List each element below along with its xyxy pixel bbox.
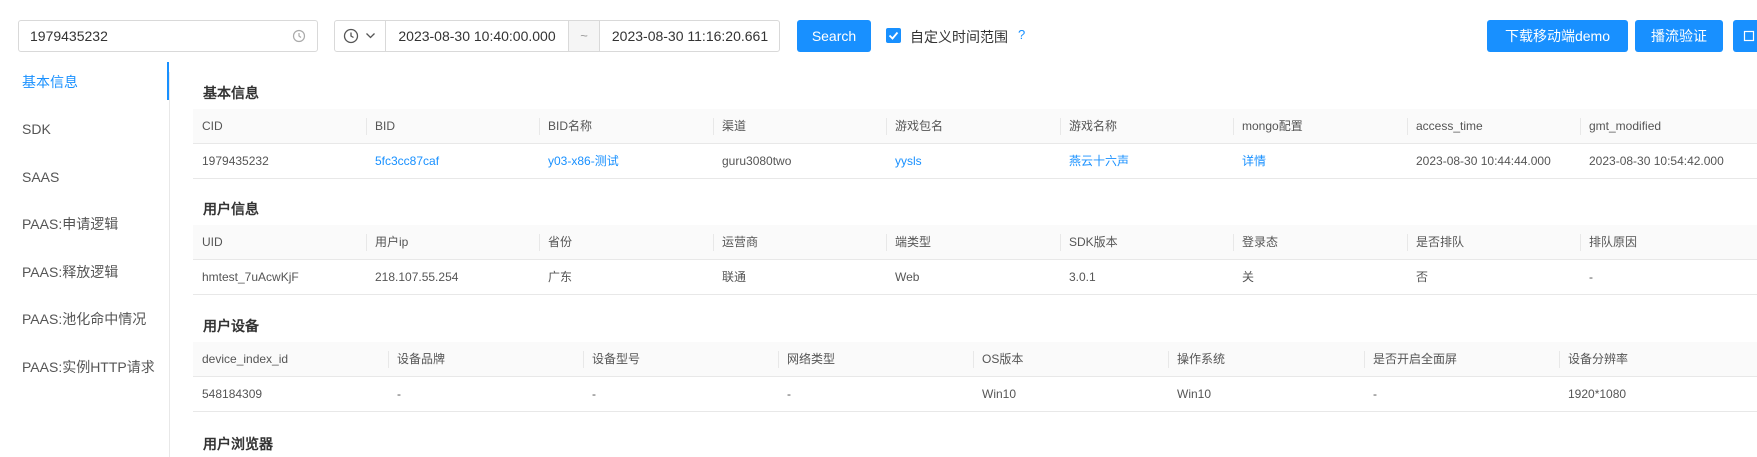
sidebar-item-basic-info[interactable]: 基本信息 xyxy=(0,62,170,102)
table-cell: 548184309 xyxy=(202,387,263,401)
column-header: 设备分辨率 xyxy=(1568,352,1629,366)
column-header: BID xyxy=(375,119,396,133)
game-name-link[interactable]: 燕云十六声 xyxy=(1060,144,1233,179)
sidebar-item-label: SDK xyxy=(22,121,51,137)
download-demo-button[interactable]: 下载移动端demo xyxy=(1487,20,1628,52)
table-cell: - xyxy=(1373,387,1377,401)
table-header: CID BID BID名称 渠道 游戏包名 游戏名称 mongo配置 acces… xyxy=(193,109,1757,144)
section-title-browser: 用户浏览器 xyxy=(203,436,273,452)
table-cell: Win10 xyxy=(982,387,1017,401)
range-separator: ~ xyxy=(568,21,600,51)
table-cell: 联通 xyxy=(722,270,747,284)
search-button[interactable]: Search xyxy=(797,20,871,52)
table-cell: 关 xyxy=(1242,270,1255,284)
column-header: 端类型 xyxy=(895,235,932,249)
table-cell: - xyxy=(1589,270,1593,284)
column-header: 登录态 xyxy=(1242,235,1279,249)
table-row: hmtest_7uAcwKjF 218.107.55.254 广东 联通 Web… xyxy=(193,260,1757,295)
range-end-input[interactable] xyxy=(600,21,780,51)
column-header: 设备型号 xyxy=(592,352,641,366)
section-title-device: 用户设备 xyxy=(203,318,259,334)
sidebar-item-label: PAAS:释放逻辑 xyxy=(22,264,119,280)
column-header: 操作系统 xyxy=(1177,352,1226,366)
sidebar-item-sdk[interactable]: SDK xyxy=(0,109,170,149)
column-header: 用户ip xyxy=(375,235,409,249)
table-header: device_index_id 设备品牌 设备型号 网络类型 OS版本 操作系统… xyxy=(193,342,1757,377)
column-header: mongo配置 xyxy=(1242,119,1303,133)
sidebar-item-paas-apply[interactable]: PAAS:申请逻辑 xyxy=(0,204,170,244)
table-cell: 3.0.1 xyxy=(1069,270,1096,284)
sidebar-item-label: PAAS:实例HTTP请求 xyxy=(22,359,155,375)
detail-panel: 基本信息 CID BID BID名称 渠道 游戏包名 游戏名称 mongo配置 … xyxy=(193,72,1757,457)
column-header: 渠道 xyxy=(722,119,747,133)
help-icon[interactable]: ? xyxy=(1018,27,1025,42)
sidebar-item-paas-pool[interactable]: PAAS:池化命中情况 xyxy=(0,299,170,339)
sidebar-item-saas[interactable]: SAAS xyxy=(0,157,170,197)
column-header: 是否排队 xyxy=(1416,235,1465,249)
section-title-basic: 基本信息 xyxy=(203,85,259,101)
column-header: gmt_modified xyxy=(1589,119,1662,133)
bid-link[interactable]: 5fc3cc87caf xyxy=(366,144,539,179)
mongo-detail-link[interactable]: 详情 xyxy=(1233,144,1407,179)
table-cell: 否 xyxy=(1416,270,1429,284)
more-action-button[interactable] xyxy=(1733,20,1757,52)
column-header: 排队原因 xyxy=(1589,235,1638,249)
column-header: 运营商 xyxy=(722,235,759,249)
document-icon xyxy=(1743,30,1755,42)
table-cell: 2023-08-30 10:44:44.000 xyxy=(1416,154,1551,168)
table-cell: Win10 xyxy=(1177,387,1212,401)
sidebar-item-label: 基本信息 xyxy=(22,74,78,90)
column-header: 设备品牌 xyxy=(397,352,446,366)
custom-range-checkbox[interactable] xyxy=(886,28,901,43)
column-header: BID名称 xyxy=(548,119,593,133)
clock-icon xyxy=(343,28,359,44)
history-clear-icon[interactable] xyxy=(292,29,306,43)
column-header: 省份 xyxy=(548,235,573,249)
table-cell: - xyxy=(592,387,596,401)
custom-range-label[interactable]: 自定义时间范围 xyxy=(910,27,1008,47)
sidebar-item-paas-release[interactable]: PAAS:释放逻辑 xyxy=(0,252,170,292)
section-title-user: 用户信息 xyxy=(203,201,259,217)
column-header: 游戏名称 xyxy=(1069,119,1118,133)
column-header: 是否开启全面屏 xyxy=(1373,352,1458,366)
table-cell: 广东 xyxy=(548,270,573,284)
column-header: 网络类型 xyxy=(787,352,836,366)
range-mode-select[interactable] xyxy=(335,21,386,51)
column-header: OS版本 xyxy=(982,352,1024,366)
column-header: SDK版本 xyxy=(1069,235,1118,249)
column-header: UID xyxy=(202,235,223,249)
column-header: CID xyxy=(202,119,223,133)
sidebar-item-label: PAAS:申请逻辑 xyxy=(22,216,119,232)
table-cell: - xyxy=(787,387,791,401)
check-icon xyxy=(888,31,899,40)
sidebar: 基本信息 SDK SAAS PAAS:申请逻辑 PAAS:释放逻辑 PAAS:池… xyxy=(0,62,170,457)
column-header: 游戏包名 xyxy=(895,119,944,133)
bid-name-link[interactable]: y03-x86-测试 xyxy=(539,144,713,179)
active-indicator xyxy=(167,62,169,100)
table-cell: guru3080two xyxy=(722,154,792,168)
game-package-link[interactable]: yysls xyxy=(886,144,1060,179)
table-cell: - xyxy=(397,387,401,401)
cid-search-input[interactable] xyxy=(18,20,318,52)
table-header: UID 用户ip 省份 运营商 端类型 SDK版本 登录态 是否排队 排队原因 xyxy=(193,225,1757,260)
sidebar-item-paas-http[interactable]: PAAS:实例HTTP请求 xyxy=(0,347,170,387)
toolbar: ~ Search 自定义时间范围 ? 下载移动端demo 播流验证 xyxy=(0,0,1757,66)
table-row: 1979435232 5fc3cc87caf y03-x86-测试 guru30… xyxy=(193,144,1757,179)
table-cell: hmtest_7uAcwKjF xyxy=(202,270,299,284)
time-range-picker: ~ xyxy=(334,20,780,52)
table-cell: 218.107.55.254 xyxy=(375,270,459,284)
column-header: access_time xyxy=(1416,119,1483,133)
sidebar-item-label: SAAS xyxy=(22,169,60,185)
table-cell: 1920*1080 xyxy=(1568,387,1627,401)
table-row: 548184309 - - - Win10 Win10 - 1920*1080 xyxy=(193,377,1757,412)
table-cell: 1979435232 xyxy=(202,154,269,168)
column-header: device_index_id xyxy=(202,352,289,366)
table-cell: 2023-08-30 10:54:42.000 xyxy=(1589,154,1724,168)
sidebar-item-label: PAAS:池化命中情况 xyxy=(22,311,147,327)
stream-verify-button[interactable]: 播流验证 xyxy=(1635,20,1723,52)
table-cell: Web xyxy=(895,270,920,284)
chevron-down-icon xyxy=(366,33,375,39)
range-start-input[interactable] xyxy=(386,21,568,51)
